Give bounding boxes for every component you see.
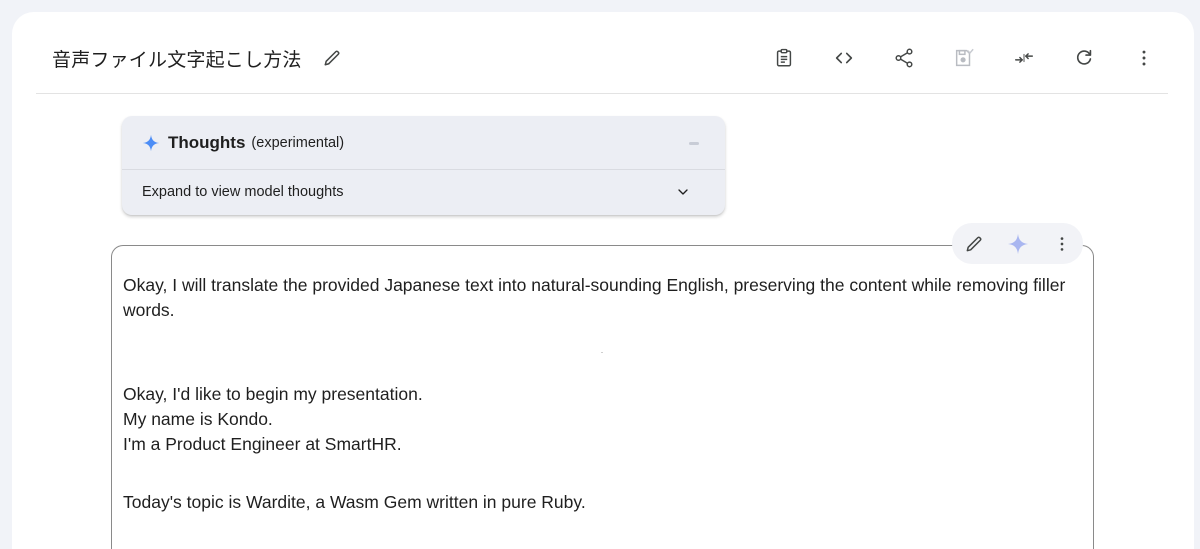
response-line: Okay, I'd like to begin my presentation. [123,384,423,404]
header-toolbar [744,38,1168,78]
thoughts-header: Thoughts (experimental) [122,116,725,170]
thoughts-title: Thoughts [168,132,246,152]
response-line: Today's topic is Wardite, a Wasm Gem wri… [123,492,586,512]
collapse-handle-icon[interactable] [689,142,699,145]
share-icon[interactable] [884,38,924,78]
thoughts-subtitle: (experimental) [251,134,345,151]
page-title: 音声ファイル文字起こし方法 [52,48,302,71]
chevron-down-icon [678,189,688,195]
divider-speck [601,352,603,353]
response-actions [952,223,1083,264]
thoughts-panel: Thoughts (experimental) Expand to view m… [122,116,725,215]
prompt-header: 音声ファイル文字起こし方法 [36,24,1168,94]
save-prompt-icon[interactable] [944,38,984,78]
compare-icon[interactable] [1004,38,1044,78]
code-icon[interactable] [824,38,864,78]
clipboard-icon[interactable] [764,38,804,78]
response-text: Okay, I will translate the provided Japa… [123,273,1073,515]
response-line: My name is Kondo. [123,409,273,429]
more-vert-icon[interactable] [1124,38,1164,78]
refresh-icon[interactable] [1064,38,1104,78]
response-intro: Okay, I will translate the provided Japa… [123,275,1066,320]
response-line: I'm a Product Engineer at SmartHR. [123,434,402,454]
model-response: Okay, I will translate the provided Japa… [111,245,1094,549]
sparkle-icon [142,134,160,151]
more-vert-icon[interactable] [1042,224,1082,264]
edit-icon[interactable] [954,224,994,264]
sparkle-icon[interactable] [998,224,1038,264]
expand-thoughts-label: Expand to view model thoughts [142,184,344,200]
edit-title-icon[interactable] [318,44,346,72]
expand-thoughts-button[interactable]: Expand to view model thoughts [122,170,725,214]
title-area: 音声ファイル文字起こし方法 [52,44,346,72]
